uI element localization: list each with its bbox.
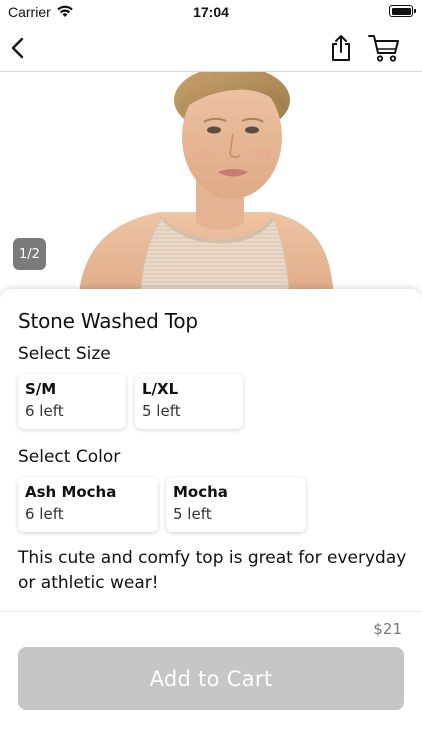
share-button[interactable] bbox=[325, 32, 357, 64]
product-title: Stone Washed Top bbox=[18, 309, 198, 333]
status-bar: Carrier 17:04 bbox=[0, 0, 422, 24]
size-stock: 6 left bbox=[25, 402, 64, 420]
select-color-label: Select Color bbox=[18, 447, 121, 467]
product-description: This cute and comfy top is great for eve… bbox=[18, 548, 407, 593]
back-button[interactable] bbox=[2, 32, 34, 64]
product-image[interactable] bbox=[0, 72, 422, 302]
status-time: 17:04 bbox=[193, 4, 229, 20]
cart-button[interactable] bbox=[368, 32, 400, 64]
color-option-mocha[interactable]: Mocha 5 left bbox=[166, 477, 306, 532]
image-counter-badge: 1/2 bbox=[13, 238, 46, 270]
size-stock: 5 left bbox=[142, 402, 181, 420]
color-stock: 5 left bbox=[173, 505, 212, 523]
color-name: Mocha bbox=[173, 483, 228, 501]
color-stock: 6 left bbox=[25, 505, 64, 523]
size-option-l-xl[interactable]: L/XL 5 left bbox=[135, 374, 243, 429]
select-size-label: Select Size bbox=[18, 344, 111, 364]
navigation-bar bbox=[0, 24, 422, 72]
product-price: $21 bbox=[373, 620, 402, 638]
battery-icon bbox=[389, 5, 416, 17]
size-name: L/XL bbox=[142, 380, 179, 398]
cart-icon bbox=[368, 35, 399, 62]
size-name: S/M bbox=[25, 380, 57, 398]
add-to-cart-button[interactable]: Add to Cart bbox=[18, 647, 404, 710]
chevron-left-icon bbox=[11, 37, 24, 59]
share-icon bbox=[332, 35, 350, 61]
color-option-ash-mocha[interactable]: Ash Mocha 6 left bbox=[18, 477, 158, 532]
product-details-sheet: Stone Washed Top Select Size S/M 6 left … bbox=[0, 289, 422, 611]
color-name: Ash Mocha bbox=[25, 483, 117, 501]
purchase-bar: $21 Add to Cart bbox=[0, 611, 422, 750]
size-option-s-m[interactable]: S/M 6 left bbox=[18, 374, 126, 429]
